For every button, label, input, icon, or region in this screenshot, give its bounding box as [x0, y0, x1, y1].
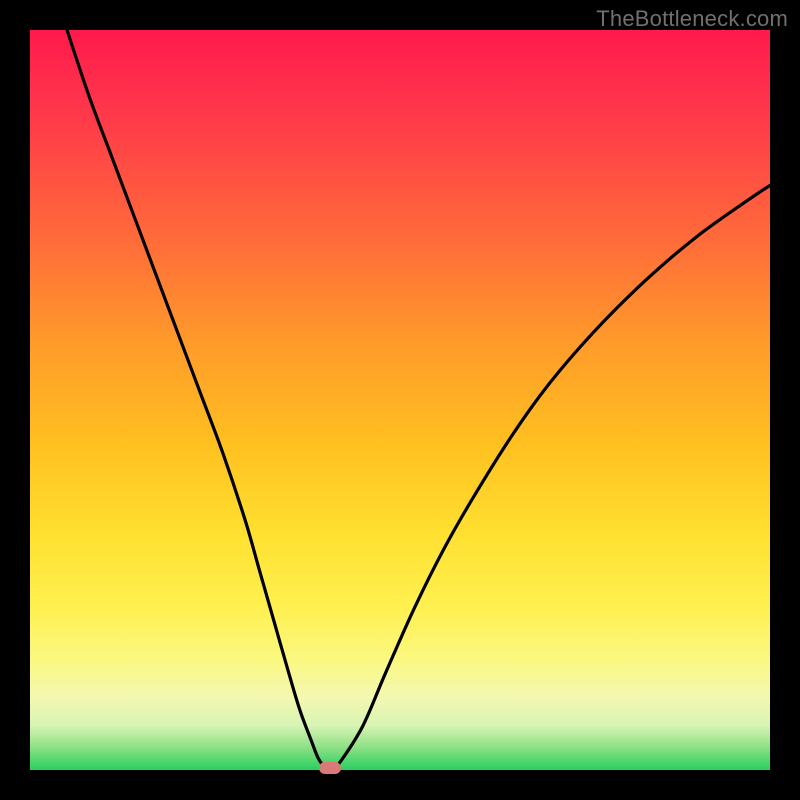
- bottleneck-curve: [0, 0, 800, 800]
- chart-frame: TheBottleneck.com: [0, 0, 800, 800]
- optimal-marker: [319, 762, 341, 774]
